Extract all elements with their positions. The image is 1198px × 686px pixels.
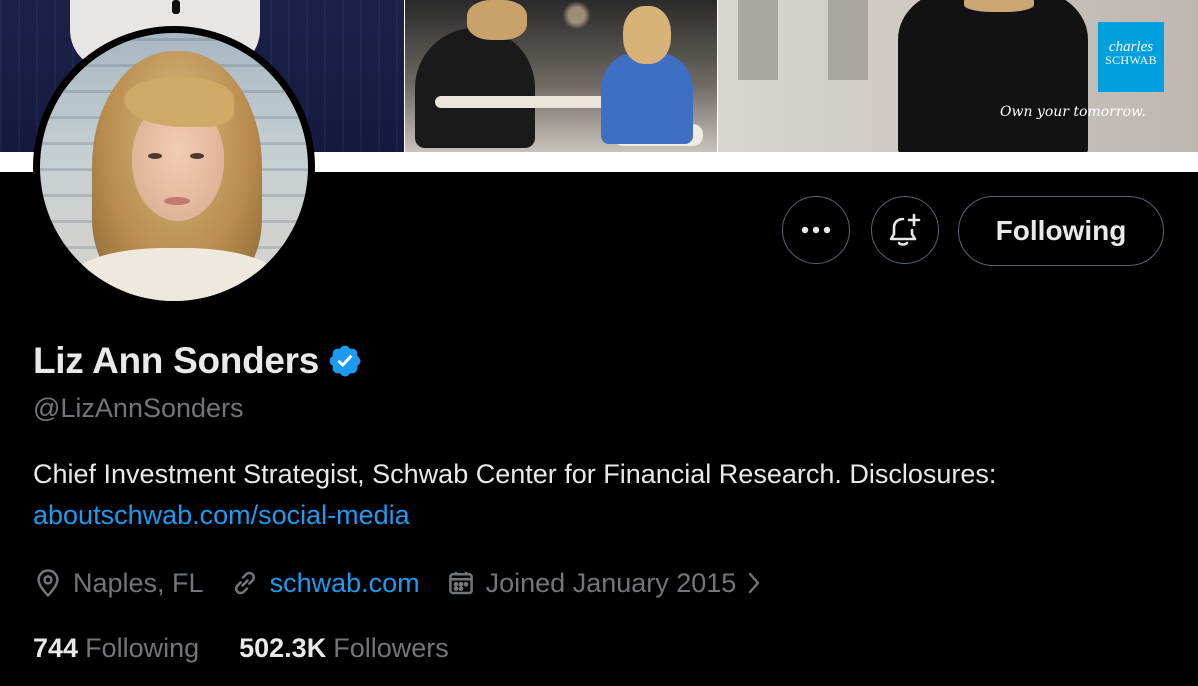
website-link[interactable]: schwab.com [270,568,420,599]
logo-line-2: SCHWAB [1105,53,1157,67]
profile-stats: 744 Following 502.3K Followers [33,628,489,668]
joined-text: Joined January 2015 [485,567,737,598]
location-text: Naples, FL [73,567,204,598]
followers-stat-label: Followers [333,632,449,663]
banner-photo-2 [405,0,717,152]
bio-link[interactable]: aboutschwab.com/social-media [33,500,410,530]
calendar-icon [448,571,473,595]
verified-badge-icon[interactable] [327,343,363,379]
schwab-logo: charles SCHWAB [1098,22,1164,92]
logo-line-1: charles [1108,39,1154,55]
following-stat[interactable]: 744 Following [33,633,199,664]
banner-photo-3: charles SCHWAB Own your tomorrow. [718,0,1198,152]
bio-text: Chief Investment Strategist, Schwab Cent… [33,459,997,489]
banner-tagline: Own your tomorrow. [1000,104,1146,120]
notifications-button[interactable] [871,196,939,264]
following-stat-label: Following [85,632,200,663]
display-name: Liz Ann Sonders [33,340,320,381]
link-icon [234,571,255,595]
more-button[interactable] [782,196,850,264]
profile-meta: Naples, FL schwab.com Joined January 201… [33,563,798,603]
avatar[interactable] [33,26,315,308]
following-button[interactable]: Following [958,196,1164,266]
followers-stat[interactable]: 502.3K Followers [239,633,449,664]
bell-plus-icon [889,213,921,246]
website[interactable]: schwab.com [230,568,420,599]
handle: @LizAnnSonders [33,393,244,423]
more-horizontal-icon [801,226,831,234]
name-row: Liz Ann Sonders [33,340,363,382]
location: Naples, FL [33,568,204,599]
following-count: 744 [33,632,79,663]
joined-date[interactable]: Joined January 2015 [446,568,773,599]
chevron-right-icon [749,572,760,594]
bio: Chief Investment Strategist, Schwab Cent… [33,454,1173,536]
location-pin-icon [37,569,59,598]
followers-count: 502.3K [239,632,327,663]
avatar-photo [40,33,308,301]
